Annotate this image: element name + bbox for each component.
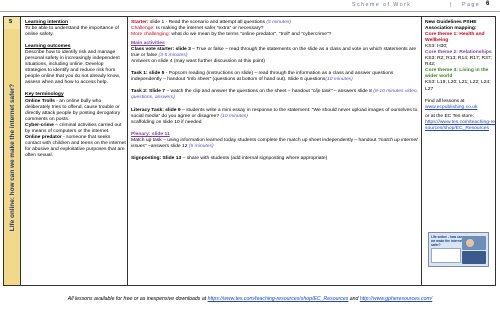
class-vote-label: Class vote starter: slide 3	[131, 47, 191, 53]
signposting-text: – share with students (add internal sign…	[181, 155, 328, 161]
core-theme-1: Core theme 1: Health and Wellbeing	[425, 32, 485, 44]
thumbnail-photo-1	[462, 236, 486, 250]
task2-line: Task 2: Slide 7 – watch the clip and ans…	[131, 89, 420, 101]
lesson-thumbnail: Life online - how can we make the intern…	[428, 232, 489, 267]
challenge-text: Is making the internet safer “extra” or …	[154, 26, 264, 32]
signposting-label: Signposting: Slide 13	[131, 155, 182, 161]
task1-line: Task 1: slide 5 - Popcorn reading (instr…	[131, 71, 420, 83]
task1-handout: “info sheet”	[186, 77, 212, 83]
literacy-label: Literacy Task: slide 9	[131, 107, 181, 113]
session-number: 5	[9, 19, 13, 25]
activities-column: Starter: slide 1 - Read the scenario and…	[128, 17, 422, 285]
literacy-time: (10 minutes)	[220, 113, 248, 119]
signposting-line: Signposting: Slide 13 – share with stude…	[131, 156, 420, 162]
guidelines-title: New Guidelines PSHE Association mapping:	[425, 20, 477, 32]
task1-time: (10 minutes)	[325, 77, 353, 83]
starter-text: slide 1 - Read the scenario and attempt …	[148, 20, 267, 25]
task1-rest: (questions at bottom of hand out). Slide…	[211, 77, 326, 83]
task1-label: Task 1: slide 5	[131, 71, 165, 77]
task2-handout: “clip task”	[311, 89, 333, 95]
tes-store-link[interactable]: https://www.tes.com/teaching-resources/s…	[425, 120, 495, 132]
core-theme-2-refs: KS3: R2; R13; R14; R17; R37; R42;	[425, 56, 492, 68]
page-header: Scheme of Work | Page 6	[0, 0, 500, 16]
footer-and: and	[348, 296, 360, 302]
term-name: Online predator	[25, 134, 62, 140]
header-page-number: 6	[486, 1, 490, 7]
footer: All lessons available for free or as ine…	[0, 296, 500, 302]
session-side-title: Life online: how can we make the interne…	[5, 29, 20, 285]
thumbnail-slide-box	[431, 248, 461, 263]
more-challenging-text: what do we mean by the terms “online pre…	[169, 32, 332, 38]
plenary-time: (5 minutes)	[188, 143, 214, 149]
core-theme-3-refs: KS3: L19; L20; L21; L22; L24; L27	[425, 80, 491, 92]
learning-outcomes-text: Describe how to identify risk and manage…	[25, 50, 120, 86]
learning-intention-text: To be able to understand the importance …	[25, 26, 119, 38]
literacy-line: Literacy Task: slide 9 – students write …	[131, 108, 420, 120]
term-name: Online Trolls	[25, 98, 55, 104]
header-title: Scheme of Work	[352, 2, 412, 8]
class-vote-line: Class vote starter: slide 3 – True or fa…	[131, 47, 420, 59]
footer-gphe-link[interactable]: http://www.gpheresources.com/	[360, 296, 432, 302]
session-side-title-text: Life online: how can we make the interne…	[9, 83, 16, 231]
objectives-column: Learning intention To be able to underst…	[21, 17, 128, 285]
header-separator: |	[450, 2, 452, 8]
footer-tes-link[interactable]: https://www.tes.com/teaching-resources/s…	[208, 296, 349, 302]
starter-time: (5 minutes)	[266, 20, 292, 25]
lesson-table: 5 Life online: how can we make the inter…	[3, 16, 496, 286]
thumbnail-title: Life online - how can we make the intern…	[431, 235, 463, 247]
footer-prefix: All lessons available for free or as ine…	[67, 296, 208, 302]
class-vote-time: (3-5 minutes)	[158, 53, 188, 59]
plenary-line: Match up task – using information learne…	[131, 138, 420, 150]
plenary-rest: –answers slide 12	[146, 143, 189, 149]
thumbnail-photo-2	[462, 251, 486, 264]
header-page-word: Page	[462, 2, 481, 8]
more-challenging-label: More challenging:	[131, 32, 170, 38]
starter-label: Starter:	[131, 20, 149, 25]
plenary-text: Match up task – using information learne…	[131, 137, 378, 143]
task2-rest: – answers slide 8	[332, 89, 374, 95]
task2-text: – watch the clip and answer the question…	[164, 89, 312, 95]
task2-label: Task 2: Slide 7	[131, 89, 165, 95]
term-online-predator: Online predator - someone that seeks con…	[25, 135, 126, 159]
header-rule	[0, 11, 500, 12]
challenge-label: Challenge:	[131, 26, 155, 32]
term-name: Cyber-crime	[25, 122, 54, 128]
term-online-trolls: Online Trolls - an online bully who deli…	[25, 99, 126, 123]
core-theme-3: Core theme 3: Living in the wider world	[425, 68, 489, 80]
term-cyber-crime: Cyber-crime – criminal activities carrie…	[25, 123, 126, 135]
